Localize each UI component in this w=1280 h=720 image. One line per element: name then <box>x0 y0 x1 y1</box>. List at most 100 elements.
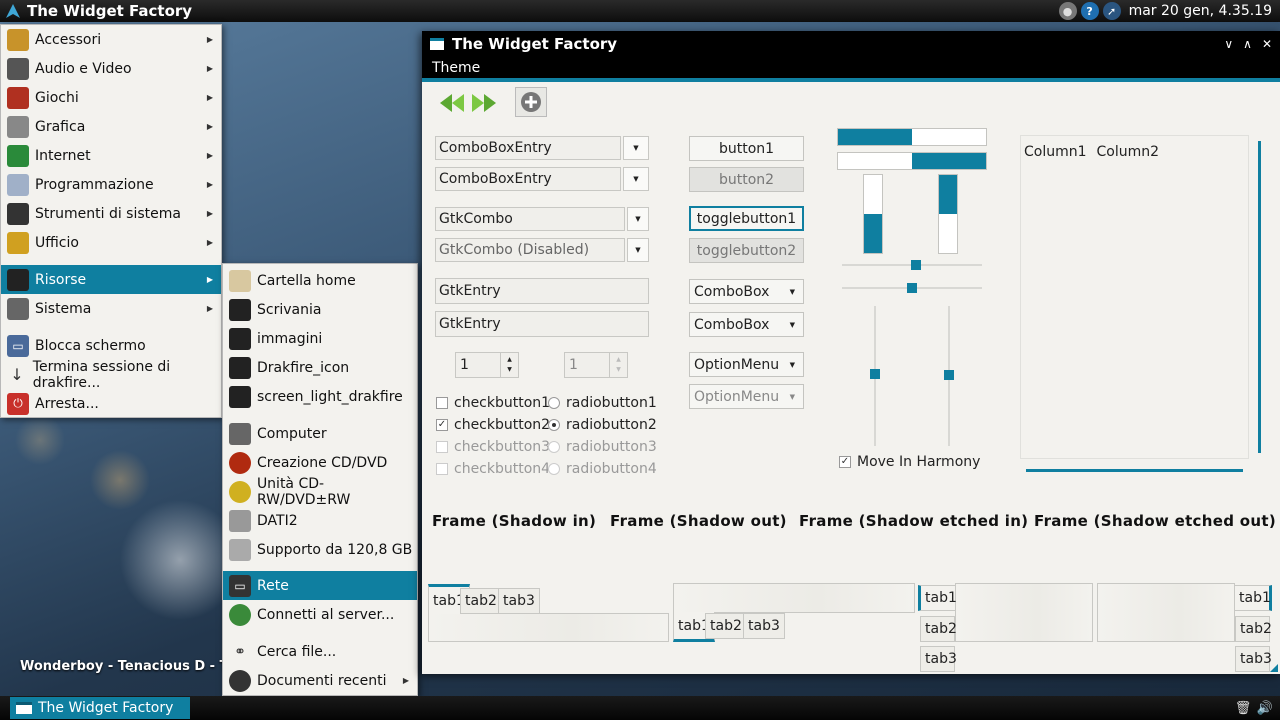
tab3[interactable]: tab3 <box>1235 646 1272 672</box>
chevron-down-icon[interactable]: ▼ <box>627 207 649 231</box>
move-in-harmony-check[interactable]: ✓ Move In Harmony <box>839 454 980 470</box>
gtkentry-1[interactable]: GtkEntry <box>435 278 649 304</box>
menu-item-label: Accessori <box>35 31 102 48</box>
menu-item-label: Risorse <box>35 271 87 288</box>
menu-item-cerca-file[interactable]: ⚭ Cerca file... <box>223 637 417 666</box>
hscale-1-handle[interactable] <box>911 260 921 270</box>
gtkentry-2[interactable]: GtkEntry <box>435 311 649 337</box>
togglebutton1[interactable]: togglebutton1 <box>689 206 804 231</box>
menu-item-connetti-server[interactable]: Connetti al server... <box>223 600 417 629</box>
comboboxentry-1[interactable]: ComboBoxEntry <box>435 136 621 160</box>
menu-item-label: Drakfire_icon <box>257 359 350 376</box>
menu-item-documenti-recenti[interactable]: Documenti recenti ▶ <box>223 666 417 695</box>
horizontal-scrollbar[interactable] <box>1026 469 1243 472</box>
device-item[interactable]: DATI2 <box>223 506 417 535</box>
menu-item-arresta[interactable]: ⏻ Arresta... <box>1 389 221 418</box>
menu-item-grafica[interactable]: Grafica ▶ <box>1 112 221 141</box>
minimize-icon[interactable]: ∨ <box>1224 37 1233 51</box>
place-item[interactable]: Cartella home <box>223 266 417 295</box>
add-button[interactable] <box>515 87 547 117</box>
tab3[interactable]: tab3 <box>743 613 785 639</box>
gtkcombo[interactable]: GtkCombo <box>435 207 625 231</box>
chevron-down-icon: ▼ <box>789 287 795 296</box>
resize-grip-icon[interactable] <box>1270 664 1278 672</box>
back-button[interactable] <box>436 88 468 118</box>
device-item[interactable]: Computer <box>223 419 417 448</box>
combobox-2[interactable]: ComboBox ▼ <box>689 312 804 337</box>
tab1[interactable]: tab1 <box>1234 585 1272 611</box>
menu-item-label: Unità CD-RW/DVD±RW <box>256 475 351 508</box>
menu-item-internet[interactable]: Internet ▶ <box>1 141 221 170</box>
place-item[interactable]: Scrivania <box>223 295 417 324</box>
radiobutton1[interactable]: radiobutton1 <box>548 395 657 411</box>
chevron-down-icon[interactable]: ▼ <box>623 136 649 160</box>
taskbar-button-widget-factory[interactable]: The Widget Factory <box>10 697 190 719</box>
menu-item-blocca-schermo[interactable]: ▭ Blocca schermo <box>1 331 221 360</box>
menu-item-sistema[interactable]: Sistema ▶ <box>1 294 221 323</box>
checkbutton1[interactable]: checkbutton1 <box>436 395 550 411</box>
window-icon <box>430 38 444 50</box>
treeview[interactable]: Column1 Column2 <box>1020 135 1249 459</box>
maximize-icon[interactable]: ∧ <box>1243 37 1252 51</box>
vscale-2-handle[interactable] <box>944 370 954 380</box>
combobox-1[interactable]: ComboBox ▼ <box>689 279 804 304</box>
frame-shadow-etched-out-label: Frame (Shadow etched out) <box>1034 512 1276 530</box>
menu-item-giochi[interactable]: Giochi ▶ <box>1 83 221 112</box>
checkbutton3: checkbutton3 <box>436 439 550 455</box>
menu-item-termina-sessione[interactable]: ↓ Termina sessione di drakfire... <box>1 359 221 391</box>
menu-item-accessori[interactable]: Accessori ▶ <box>1 25 221 54</box>
place-item[interactable]: screen_light_drakfire <box>223 382 417 411</box>
tab3[interactable]: tab3 <box>498 588 540 614</box>
menu-item-label: Internet <box>35 147 91 164</box>
user-icon[interactable]: ● <box>1058 2 1077 20</box>
trash-icon[interactable]: 🗑 <box>1234 698 1252 718</box>
menu-item-ufficio[interactable]: Ufficio ▶ <box>1 228 221 257</box>
menu-item-risorse[interactable]: Risorse ▶ <box>1 265 221 294</box>
tab3[interactable]: tab3 <box>920 646 957 672</box>
menu-theme[interactable]: Theme <box>432 60 480 76</box>
hscale-2-handle[interactable] <box>907 283 917 293</box>
menu-item-rete[interactable]: ▭ Rete <box>223 571 417 600</box>
tab2[interactable]: tab2 <box>460 588 502 614</box>
graphics-icon <box>7 115 29 138</box>
close-icon[interactable]: ✕ <box>1262 37 1272 51</box>
gtkcombo-disabled: GtkCombo (Disabled) <box>435 238 625 262</box>
cursor-icon[interactable]: ➚ <box>1102 2 1121 20</box>
radio-icon <box>548 397 560 409</box>
checkbutton2[interactable]: ✓ checkbutton2 <box>436 417 550 433</box>
column-header-2[interactable]: Column2 <box>1097 144 1160 160</box>
button1[interactable]: button1 <box>689 136 804 161</box>
tab2[interactable]: tab2 <box>920 616 957 642</box>
menu-item-strumenti-di-sistema[interactable]: Strumenti di sistema ▶ <box>1 199 221 228</box>
back-arrow-icon <box>440 94 464 112</box>
tab2[interactable]: tab2 <box>705 613 747 639</box>
device-item[interactable]: Supporto da 120,8 GB <box>223 535 417 564</box>
spinbutton-1[interactable]: 1 ▲ ▼ <box>455 352 519 378</box>
submenu-arrow-icon: ▶ <box>206 35 213 44</box>
place-item[interactable]: Drakfire_icon <box>223 353 417 382</box>
place-item[interactable]: immagini <box>223 324 417 353</box>
vscale-1-handle[interactable] <box>870 369 880 379</box>
device-item[interactable]: Unità CD-RW/DVD±RW <box>223 475 417 508</box>
optionmenu-1[interactable]: OptionMenu ▼ <box>689 352 804 377</box>
distro-logo-icon[interactable] <box>3 1 23 21</box>
hard-drive-icon <box>229 509 251 532</box>
forward-button[interactable] <box>468 88 500 118</box>
vertical-scrollbar[interactable] <box>1258 141 1261 453</box>
volume-icon[interactable]: 🔊 <box>1256 698 1274 718</box>
menu-item-programmazione[interactable]: Programmazione ▶ <box>1 170 221 199</box>
tab2[interactable]: tab2 <box>1235 616 1272 642</box>
clock[interactable]: mar 20 gen, 4.35.19 <box>1129 3 1272 19</box>
help-icon[interactable]: ? <box>1080 2 1099 20</box>
device-item[interactable]: Creazione CD/DVD <box>223 448 417 477</box>
tab1[interactable]: tab1 <box>918 585 957 611</box>
chevron-down-icon[interactable]: ▼ <box>623 167 649 191</box>
comboboxentry-2[interactable]: ComboBoxEntry <box>435 167 621 191</box>
column-header-1[interactable]: Column1 <box>1024 144 1087 160</box>
menu-item-audio-e-video[interactable]: Audio e Video ▶ <box>1 54 221 83</box>
window-titlebar[interactable]: The Widget Factory ∨ ∧ ✕ <box>422 31 1280 57</box>
spin-arrows-icon[interactable]: ▲ ▼ <box>500 353 518 377</box>
submenu-arrow-icon: ▶ <box>206 151 213 160</box>
menu-item-label: Ufficio <box>35 234 79 251</box>
radiobutton2[interactable]: radiobutton2 <box>548 417 657 433</box>
